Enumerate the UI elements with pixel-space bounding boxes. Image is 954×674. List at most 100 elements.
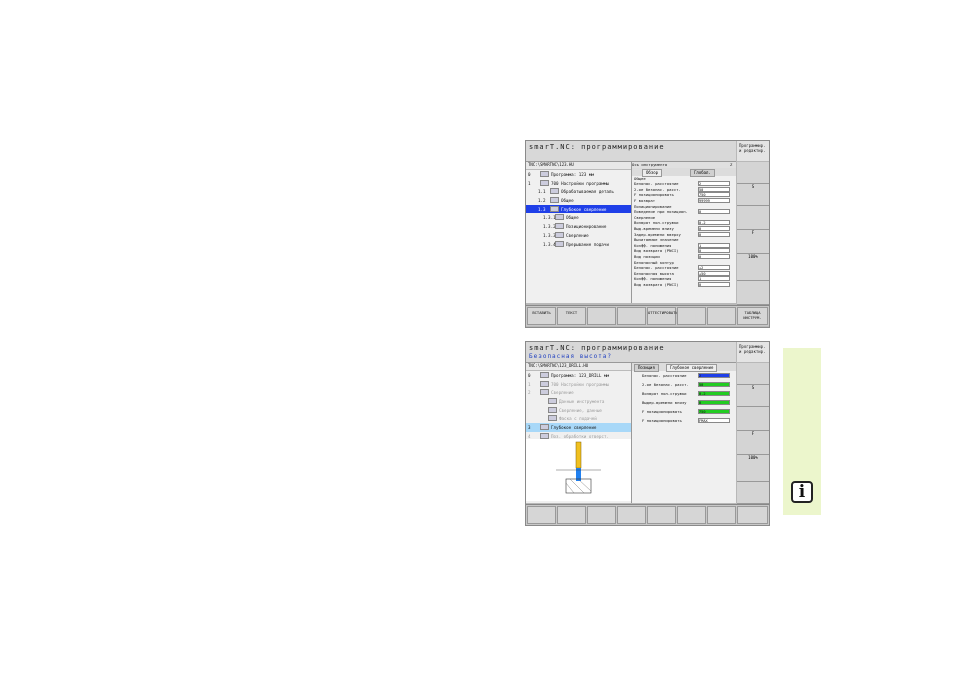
tree-item-icon	[540, 380, 549, 387]
tree-item[interactable]: Фаска с подачей	[526, 414, 631, 423]
form-label: Безопас. расстояние	[634, 265, 679, 271]
form-value-input[interactable]: 0	[698, 400, 730, 405]
form-panel: Ось инструмента Z Обзор Глобал. Общее Без…	[632, 162, 736, 303]
softkey-6[interactable]	[677, 506, 706, 524]
tab-deep-drilling[interactable]: Глубокое сверление	[666, 364, 718, 372]
softkey-4[interactable]	[617, 307, 646, 325]
form-label: Безопас. расстояние	[642, 373, 687, 378]
tree-item[interactable]: 1.3.1 Общее	[526, 213, 631, 222]
tree-item-number: 0	[528, 172, 531, 177]
form-row: 2-ое безопас. расст. 50	[632, 382, 736, 391]
tree-item-number: 3	[528, 425, 531, 431]
softkey-text[interactable]: ТЕКСТ	[557, 307, 586, 325]
dialog-question: Безопасная высота?	[529, 353, 613, 360]
tree-item[interactable]: 0 Программа: 123_DRILL мм	[526, 371, 631, 380]
tree-item[interactable]: Сверление, данные	[526, 406, 631, 415]
program-tree-panel: TNC:\SMARTNC\123_DRILL.HU 0 Программа: 12…	[526, 363, 632, 503]
form-label: Сверление	[634, 214, 656, 220]
softkey-2[interactable]	[557, 506, 586, 524]
form-value-input[interactable]: 2	[698, 181, 730, 187]
softkey-4[interactable]	[617, 506, 646, 524]
tree-item-icon	[550, 205, 559, 212]
form-value-input[interactable]: 0.2	[698, 391, 730, 396]
smartnc-screen-2: smarT.NC: программирование Безопасная вы…	[525, 341, 770, 526]
form-row: Возврат пол.стружки 0.2	[632, 391, 736, 400]
softkey-7[interactable]	[707, 307, 736, 325]
form-label: Возврат пол.стружки	[634, 220, 679, 226]
softkey-6[interactable]	[677, 307, 706, 325]
softkey-3[interactable]	[587, 506, 616, 524]
tree-item[interactable]: 2 Сверление	[526, 388, 631, 397]
form-value-input[interactable]: 2	[698, 373, 730, 378]
form-value-input[interactable]: 0	[698, 225, 730, 231]
vkey-2[interactable]: S	[737, 184, 769, 206]
screen-title: smarT.NC: программирование	[529, 143, 665, 151]
form-value-input[interactable]: 1	[698, 276, 730, 282]
tree-item-number: 1.3.1	[543, 215, 556, 221]
tree-item[interactable]: 1.1 Обрабатываемая деталь	[526, 187, 631, 196]
tree-item-number: 1.2	[538, 198, 546, 204]
file-path: TNC:\SMARTNC\123.HU	[526, 162, 631, 170]
vkey-3[interactable]	[737, 206, 769, 230]
vkey-4[interactable]: F	[737, 431, 769, 455]
form-label: Выдер.времени внизу	[642, 400, 687, 405]
form-value-input[interactable]: 0.2	[698, 220, 730, 226]
form-value-input[interactable]: 1	[698, 242, 730, 248]
form-value-input[interactable]: 0	[698, 209, 730, 215]
tab-position[interactable]: Позиция	[634, 364, 659, 372]
vkey-6[interactable]	[737, 281, 769, 305]
tree-item[interactable]: 1.3 Глубокое сверление	[526, 204, 631, 214]
form-value-input[interactable]: 0	[698, 253, 730, 259]
form-value-input[interactable]: 0	[698, 248, 730, 254]
form-label: Вид позиции	[634, 253, 660, 259]
softkey-8[interactable]	[737, 506, 768, 524]
vkey-4[interactable]: F	[737, 230, 769, 254]
softkey-1[interactable]	[527, 506, 556, 524]
vkey-2[interactable]: S	[737, 385, 769, 407]
softkey-5[interactable]	[647, 506, 676, 524]
vkey-f-label: F	[751, 230, 755, 235]
vkey-5[interactable]: 100%	[737, 254, 769, 281]
softkey-insert[interactable]: ВСТАВИТЬ	[527, 307, 556, 325]
tree-item[interactable]: 1.3.3 Сверление	[526, 231, 631, 240]
form-value-input[interactable]: 99999	[698, 197, 730, 203]
tree-item[interactable]: 3 Глубокое сверление	[526, 423, 631, 432]
tree-item[interactable]: 1 700 Настройки программы	[526, 179, 631, 188]
form-label: 2-ое безопас. расст.	[634, 186, 681, 192]
softkey-test[interactable]: ОТТЕСТИРОВАТЬ	[647, 307, 678, 325]
vkey-3[interactable]	[737, 407, 769, 431]
tree-item[interactable]: 1.3.4 Прерывание подачи	[526, 240, 631, 249]
tree-item[interactable]: 1.3.2 Позиционирование	[526, 222, 631, 231]
form-value-input[interactable]: +2	[698, 265, 730, 271]
form-label: Вид возврата (PNCI)	[634, 248, 679, 254]
tree-item-icon	[555, 223, 564, 230]
form-value-input[interactable]: 0	[698, 231, 730, 237]
softkey-7[interactable]	[707, 506, 736, 524]
screen-title: smarT.NC: программирование	[529, 344, 665, 352]
tree-item-icon	[550, 197, 559, 204]
softkey-tool-table[interactable]: ТАБЛИЦА ИНСТРУМ.	[737, 307, 768, 325]
form-value-input[interactable]: FMAX	[698, 418, 730, 423]
form-value-input[interactable]: 0	[698, 281, 730, 287]
tree-item[interactable]: 1.2 Общее	[526, 196, 631, 205]
form-row: F позиционировать FMAX	[632, 418, 736, 427]
softkey-3[interactable]	[587, 307, 616, 325]
form-value-input[interactable]: 750	[698, 192, 730, 198]
vkey-6[interactable]	[737, 482, 769, 504]
tree-item-icon	[555, 214, 564, 221]
vkey-s-label: S	[751, 184, 755, 189]
tree-item[interactable]: 0 Программа: 123 мм	[526, 170, 631, 179]
vkey-1[interactable]	[737, 363, 769, 385]
form-panel: Позиция Глубокое сверление Безопас. расс…	[632, 363, 736, 503]
form-value-input[interactable]: 50	[698, 382, 730, 387]
vkey-pct-label: 100%	[748, 455, 758, 460]
tree-item[interactable]: Данные инструмента	[526, 397, 631, 406]
tree-item[interactable]: 1 700 Настройки программы	[526, 380, 631, 389]
tree-item-label: Данные инструмента	[559, 399, 605, 405]
form-value-input[interactable]: +50	[698, 270, 730, 276]
form-value-input[interactable]: 750	[698, 409, 730, 414]
form-label: F позиционировать	[634, 192, 674, 198]
vkey-5[interactable]: 100%	[737, 455, 769, 482]
form-value-input[interactable]: 50	[698, 186, 730, 192]
vkey-1[interactable]	[737, 162, 769, 184]
